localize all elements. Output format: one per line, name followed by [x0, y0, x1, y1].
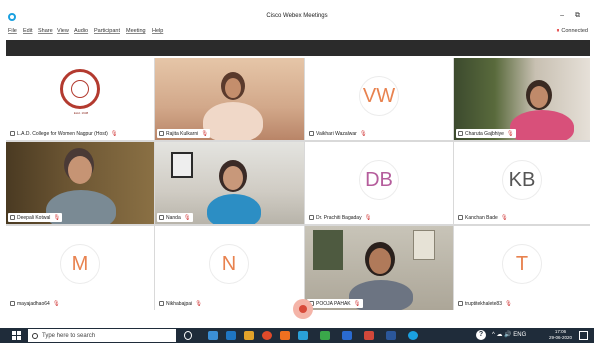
participant-name: Kanchan Bade 🎙: [456, 213, 510, 222]
task-view-icon[interactable]: [208, 331, 218, 340]
participant-name: mayajadhao64 🎙: [8, 299, 62, 308]
phone-icon: [159, 301, 164, 306]
participant-tile[interactable]: M mayajadhao64 🎙: [6, 226, 154, 310]
connection-status[interactable]: ⏸ Connected: [556, 28, 588, 35]
muted-mic-icon: 🎙: [506, 130, 514, 137]
webex-taskbar-icon[interactable]: [342, 331, 352, 340]
participant-avatar: N: [209, 244, 249, 284]
host-icon: [10, 131, 15, 136]
participant-name: Nikhabajpai 🎙: [157, 299, 204, 308]
participant-tile[interactable]: POOJA PAHAK 🎙: [305, 226, 453, 310]
powerpoint-icon[interactable]: [364, 331, 374, 340]
webex-meetings-icon[interactable]: [408, 331, 418, 340]
window-title: Cisco Webex Meetings: [266, 13, 328, 19]
muted-mic-icon: 🎙: [364, 214, 372, 221]
cortana-icon[interactable]: [184, 331, 192, 340]
system-tray[interactable]: ^ ☁ 🔊 ENG: [492, 331, 526, 338]
windows-start-icon[interactable]: [12, 331, 21, 340]
menu-meeting[interactable]: Meeting: [126, 28, 146, 34]
webex-window: Cisco Webex Meetings – ⧉ File Edit Share…: [0, 0, 594, 343]
file-explorer-icon[interactable]: [244, 331, 254, 340]
menu-bar: File Edit Share View Audio Participant M…: [0, 26, 594, 38]
participant-avatar: KB: [502, 160, 542, 200]
menu-participant[interactable]: Participant: [94, 28, 120, 34]
video-icon: [10, 215, 15, 220]
phone-icon: [458, 301, 463, 306]
menu-help[interactable]: Help: [152, 28, 163, 34]
title-bar: Cisco Webex Meetings – ⧉: [0, 12, 594, 24]
muted-mic-icon: 🎙: [195, 300, 203, 307]
edge-icon[interactable]: [226, 331, 236, 340]
participant-tile[interactable]: Nanda 🎙: [155, 142, 304, 224]
video-icon: [309, 215, 314, 220]
minimize-button[interactable]: –: [560, 12, 564, 19]
notification-icon[interactable]: [579, 331, 588, 340]
signal-icon: ⏸: [556, 28, 560, 34]
search-icon: [32, 332, 38, 339]
participant-name: truptitekhalete83 🎙: [456, 299, 514, 308]
connection-label: Connected: [561, 28, 588, 34]
muted-mic-icon: 🎙: [110, 130, 118, 137]
meeting-header-bar: [6, 40, 590, 56]
participant-tile[interactable]: Deepali Kotwal 🎙: [6, 142, 154, 224]
chrome-icon[interactable]: [262, 331, 272, 340]
windows-taskbar: Type here to search ? ^ ☁ 🔊 ENG 17:06 29…: [0, 328, 594, 343]
menu-audio[interactable]: Audio: [74, 28, 88, 34]
participant-name: Rajita Kulkarni 🎙: [157, 129, 211, 138]
video-icon: [458, 131, 463, 136]
participant-tile[interactable]: Estd. 1938 L.A.D. College for Women Nagp…: [6, 58, 154, 140]
muted-mic-icon: 🎙: [183, 214, 191, 221]
menu-file[interactable]: File: [8, 28, 17, 34]
menu-share[interactable]: Share: [38, 28, 53, 34]
mail-icon[interactable]: [298, 331, 308, 340]
muted-mic-icon: 🎙: [504, 300, 512, 307]
video-icon: [458, 215, 463, 220]
participant-avatar: M: [60, 244, 100, 284]
muted-mic-icon: 🎙: [353, 300, 361, 307]
muted-mic-icon: 🎙: [500, 214, 508, 221]
help-icon[interactable]: ?: [476, 330, 486, 340]
clock[interactable]: 17:06 29-06-2020: [549, 329, 572, 341]
share-indicator-icon[interactable]: [293, 299, 313, 319]
participant-tile[interactable]: N Nikhabajpai 🎙: [155, 226, 304, 310]
phone-icon: [10, 301, 15, 306]
video-grid: Estd. 1938 L.A.D. College for Women Nagp…: [6, 58, 590, 310]
participant-tile[interactable]: T truptitekhalete83 🎙: [454, 226, 590, 310]
participant-avatar: DB: [359, 160, 399, 200]
muted-mic-icon: 🎙: [52, 300, 60, 307]
participant-name: Nanda 🎙: [157, 213, 193, 222]
restore-button[interactable]: ⧉: [575, 12, 580, 20]
menu-edit[interactable]: Edit: [23, 28, 32, 34]
video-icon: [309, 131, 314, 136]
participant-tile[interactable]: Charuta Gajbhiye 🎙: [454, 58, 590, 140]
muted-mic-icon: 🎙: [201, 130, 209, 137]
participant-tile[interactable]: KB Kanchan Bade 🎙: [454, 142, 590, 224]
emblem-caption: Estd. 1938: [73, 111, 89, 115]
participant-name: Charuta Gajbhiye 🎙: [456, 129, 516, 138]
word-icon[interactable]: [386, 331, 396, 340]
video-icon: [159, 131, 164, 136]
participant-name: POOJA PAHAK 🎙: [307, 299, 363, 308]
store-icon[interactable]: [320, 331, 330, 340]
video-icon: [159, 215, 164, 220]
participant-avatar: T: [502, 244, 542, 284]
taskbar-search[interactable]: Type here to search: [28, 329, 176, 342]
participant-name: Deepali Kotwal 🎙: [8, 213, 63, 222]
firefox-icon[interactable]: [280, 331, 290, 340]
participant-avatar: VW: [359, 76, 399, 116]
participant-tile[interactable]: DB Dr. Prachiti Bagaday 🎙: [305, 142, 453, 224]
muted-mic-icon: 🎙: [359, 130, 367, 137]
muted-mic-icon: 🎙: [53, 214, 61, 221]
participant-tile[interactable]: VW Vaikhari Wazalwar 🎙: [305, 58, 453, 140]
participant-name: Vaikhari Wazalwar 🎙: [307, 129, 369, 138]
participant-tile[interactable]: Rajita Kulkarni 🎙: [155, 58, 304, 140]
college-emblem-icon: [60, 69, 100, 109]
clock-date: 29-06-2020: [548, 335, 572, 340]
participant-name: Dr. Prachiti Bagaday 🎙: [307, 213, 374, 222]
search-placeholder: Type here to search: [42, 332, 96, 339]
participant-name: L.A.D. College for Women Nagpur (Host) 🎙: [8, 129, 120, 138]
menu-view[interactable]: View: [57, 28, 69, 34]
